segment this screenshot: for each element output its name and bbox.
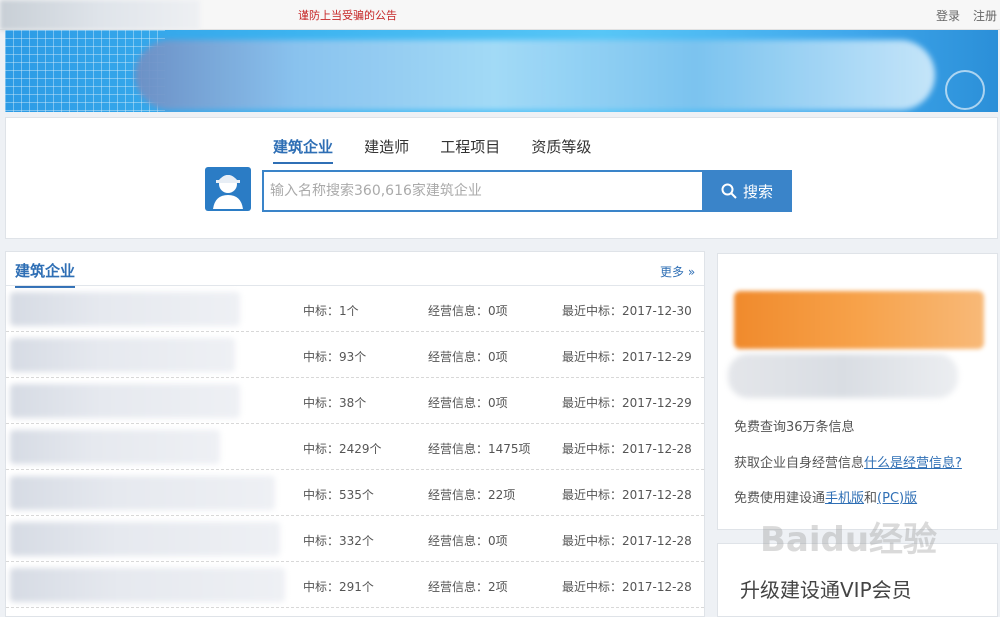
recent-bid-date: 最近中标：2017-12-28: [562, 442, 692, 456]
blurred-company-name[interactable]: [10, 430, 220, 464]
ops-info: 经营信息：2项: [428, 580, 508, 594]
search-input[interactable]: [262, 170, 702, 212]
mobile-version-link[interactable]: 手机版: [825, 491, 864, 506]
table-row: 中标：332个 经营信息：0项 最近中标：2017-12-28: [6, 516, 704, 562]
ops-info: 经营信息：0项: [428, 534, 508, 548]
blurred-company-name[interactable]: [10, 568, 285, 602]
tab-construction-companies[interactable]: 建筑企业: [273, 136, 334, 164]
search-icon: [721, 183, 737, 199]
ops-info: 经营信息：0项: [428, 396, 508, 410]
tab-projects[interactable]: 工程项目: [440, 136, 500, 162]
worker-avatar-icon: [205, 167, 251, 211]
login-link[interactable]: 登录: [936, 7, 960, 24]
table-row: 中标：93个 经营信息：0项 最近中标：2017-12-29: [6, 332, 704, 378]
blurred-logo: [0, 0, 200, 30]
vip-upgrade-panel[interactable]: 升级建设通VIP会员: [717, 543, 998, 617]
search-button-label: 搜索: [742, 182, 773, 201]
recent-bid-date: 最近中标：2017-12-28: [562, 580, 692, 594]
recent-bid-date: 最近中标：2017-12-29: [562, 396, 692, 410]
tab-constructors[interactable]: 建造师: [364, 136, 409, 162]
blurred-promo-text: [728, 354, 958, 398]
search-tabs: 建筑企业 建造师 工程项目 资质等级: [273, 136, 617, 164]
tab-qualifications[interactable]: 资质等级: [531, 136, 591, 162]
app-version-prefix: 免费使用建设通: [734, 491, 826, 506]
bid-count: 中标：535个: [303, 488, 374, 502]
free-query-text: 免费查询36万条信息: [734, 420, 855, 435]
blurred-company-name[interactable]: [10, 338, 235, 372]
list-title[interactable]: 建筑企业: [15, 260, 76, 288]
blurred-company-name[interactable]: [10, 522, 280, 556]
app-version-text: 免费使用建设通手机版和(PC)版: [734, 487, 917, 506]
banner-circle-decoration: [945, 70, 985, 110]
side-promo-panel: 免费查询36万条信息 获取企业自身经营信息什么是经营信息? 免费使用建设通手机版…: [717, 253, 998, 530]
list-header: 建筑企业 更多 »: [6, 252, 704, 288]
top-bar: 谨防上当受骗的公告 登录 注册: [0, 0, 1000, 30]
blurred-company-name[interactable]: [10, 476, 275, 510]
recent-bid-date: 最近中标：2017-12-30: [562, 304, 692, 318]
bid-count: 中标：38个: [303, 396, 367, 410]
ops-info: 经营信息：1475项: [428, 442, 531, 456]
bid-count: 中标：332个: [303, 534, 374, 548]
bid-count: 中标：291个: [303, 580, 374, 594]
recent-bid-date: 最近中标：2017-12-28: [562, 488, 692, 502]
and-text: 和: [864, 491, 878, 506]
more-link[interactable]: 更多 »: [660, 263, 695, 280]
notice-link[interactable]: 谨防上当受骗的公告: [298, 7, 397, 23]
pc-version-link[interactable]: (PC)版: [877, 491, 917, 506]
table-row: 中标：2429个 经营信息：1475项 最近中标：2017-12-28: [6, 424, 704, 470]
register-link[interactable]: 注册: [973, 7, 997, 24]
search-button[interactable]: 搜索: [702, 170, 792, 212]
blurred-promo-button[interactable]: [734, 291, 984, 349]
table-row: 中标：291个 经营信息：2项 最近中标：2017-12-28: [6, 562, 704, 608]
vip-upgrade-label[interactable]: 升级建设通VIP会员: [740, 574, 912, 603]
company-list-panel: 建筑企业 更多 » 中标：1个 经营信息：0项 最近中标：2017-12-30 …: [5, 251, 705, 617]
bid-count: 中标：2429个: [303, 442, 382, 456]
recent-bid-date: 最近中标：2017-12-29: [562, 350, 692, 364]
table-row: 中标：38个 经营信息：0项 最近中标：2017-12-29: [6, 378, 704, 424]
blurred-company-name[interactable]: [10, 292, 240, 326]
header-banner: [5, 30, 998, 112]
ops-info: 经营信息：22项: [428, 488, 516, 502]
table-row: 中标：1个 经营信息：0项 最近中标：2017-12-30: [6, 286, 704, 332]
ops-info-prefix: 获取企业自身经营信息: [734, 456, 865, 471]
what-is-ops-link[interactable]: 什么是经营信息?: [864, 456, 962, 471]
ops-info: 经营信息：0项: [428, 304, 508, 318]
recent-bid-date: 最近中标：2017-12-28: [562, 534, 692, 548]
blurred-company-name[interactable]: [10, 384, 240, 418]
blurred-banner-title: [135, 40, 935, 110]
ops-info-text: 获取企业自身经营信息什么是经营信息?: [734, 452, 962, 471]
bid-count: 中标：1个: [303, 304, 359, 318]
search-panel: 建筑企业 建造师 工程项目 资质等级 搜索: [5, 117, 998, 239]
table-row: 中标：535个 经营信息：22项 最近中标：2017-12-28: [6, 470, 704, 516]
bid-count: 中标：93个: [303, 350, 367, 364]
ops-info: 经营信息：0项: [428, 350, 508, 364]
